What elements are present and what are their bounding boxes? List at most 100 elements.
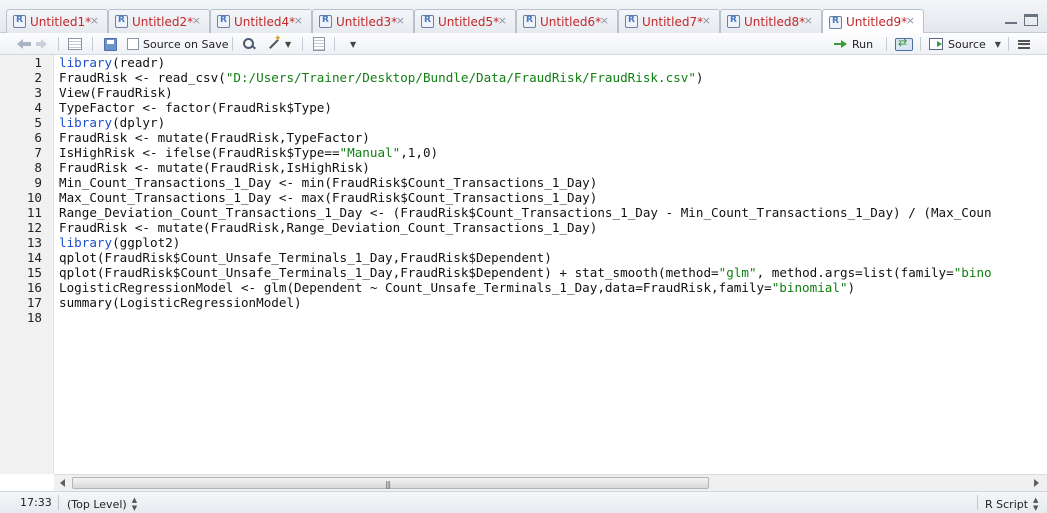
code-line[interactable]: 13 library(ggplot2)	[0, 235, 1047, 250]
r-file-icon	[625, 15, 638, 28]
code-tools-button[interactable]: ▼	[266, 34, 292, 52]
line-number: 18	[26, 310, 42, 325]
code-line[interactable]: 12 FraudRisk <- mutate(FraudRisk,Range_De…	[0, 220, 1047, 235]
close-icon[interactable]: ×	[396, 14, 405, 27]
toolbar-divider	[232, 37, 233, 51]
find-replace-button[interactable]	[242, 36, 256, 52]
code-text: library(dplyr)	[59, 115, 165, 130]
code-token: Range_Deviation_Count_Transactions_1_Day…	[59, 205, 992, 220]
document-outline-button[interactable]	[1018, 36, 1030, 52]
tab-untitled-8[interactable]: Untitled9*×	[822, 9, 924, 34]
code-line[interactable]: 16 LogisticRegressionModel <- glm(Depende…	[0, 280, 1047, 295]
code-line[interactable]: 17 summary(LogisticRegressionModel)	[0, 295, 1047, 310]
tab-untitled-6[interactable]: Untitled7*×	[618, 9, 720, 33]
close-icon[interactable]: ×	[498, 14, 507, 27]
toolbar-divider	[302, 37, 303, 51]
code-line[interactable]: 7 IsHighRisk <- ifelse(FraudRisk$Type=="M…	[0, 145, 1047, 160]
close-icon[interactable]: ×	[906, 14, 915, 27]
code-lines[interactable]: 1 library(readr) 2 FraudRisk <- read_csv("D…	[0, 55, 1047, 325]
grip-icon: |||	[385, 480, 391, 489]
r-file-icon	[217, 15, 230, 28]
line-number: 3	[34, 85, 42, 100]
horizontal-scrollbar[interactable]: |||	[54, 474, 1047, 491]
tab-label: Untitled3*	[336, 14, 398, 29]
code-token: )	[847, 280, 856, 295]
close-icon[interactable]: ×	[804, 14, 813, 27]
rerun-icon	[895, 36, 913, 51]
file-type-label: R Script	[985, 497, 1029, 511]
minimize-pane-icon[interactable]	[1004, 14, 1018, 26]
code-line[interactable]: 9 Min_Count_Transactions_1_Day <- min(Fra…	[0, 175, 1047, 190]
maximize-pane-icon[interactable]	[1024, 14, 1038, 26]
code-line[interactable]: 6 FraudRisk <- mutate(FraudRisk,TypeFacto…	[0, 130, 1047, 145]
close-icon[interactable]: ×	[294, 14, 303, 27]
line-number: 4	[34, 100, 42, 115]
tab-untitled-4[interactable]: Untitled5*×	[414, 9, 516, 33]
close-icon[interactable]: ×	[192, 14, 201, 27]
code-token: LogisticRegressionModel <- glm(Dependent…	[59, 280, 772, 295]
chevron-down-icon: ▼	[285, 39, 292, 49]
forward-button[interactable]	[36, 36, 52, 52]
scope-selector[interactable]: (Top Level) ▲ ▼	[67, 496, 137, 512]
code-text: qplot(FraudRisk$Count_Unsafe_Terminals_1…	[59, 265, 992, 280]
tab-untitled-0[interactable]: Untitled1*×	[6, 9, 108, 33]
save-button[interactable]	[104, 36, 117, 52]
tab-untitled-1[interactable]: Untitled2*×	[108, 9, 210, 33]
line-number: 2	[34, 70, 42, 85]
code-line[interactable]: 18	[0, 310, 1047, 325]
code-text: View(FraudRisk)	[59, 85, 173, 100]
code-line[interactable]: 8 FraudRisk <- mutate(FraudRisk,IsHighRis…	[0, 160, 1047, 175]
tab-label: Untitled1*	[30, 14, 92, 29]
code-editor[interactable]: 1 library(readr) 2 FraudRisk <- read_csv("D…	[0, 55, 1047, 474]
line-number: 8	[34, 160, 42, 175]
code-line[interactable]: 15 qplot(FraudRisk$Count_Unsafe_Terminals…	[0, 265, 1047, 280]
code-keyword: library	[59, 115, 113, 130]
code-line[interactable]: 1 library(readr)	[0, 55, 1047, 70]
code-line[interactable]: 11 Range_Deviation_Count_Transactions_1_D…	[0, 205, 1047, 220]
scrollbar-thumb[interactable]: |||	[72, 477, 709, 489]
magic-wand-icon	[266, 34, 282, 51]
code-line[interactable]: 14 qplot(FraudRisk$Count_Unsafe_Terminals…	[0, 250, 1047, 265]
source-button[interactable]: Source ▼	[929, 36, 1001, 52]
close-icon[interactable]: ×	[702, 14, 711, 27]
code-line[interactable]: 5 library(dplyr)	[0, 115, 1047, 130]
source-on-save-checkbox[interactable]	[127, 38, 139, 50]
new-window-icon	[68, 38, 82, 50]
show-in-window-button[interactable]	[68, 36, 82, 52]
close-icon[interactable]: ×	[600, 14, 609, 27]
code-string: "glm"	[718, 265, 757, 280]
line-number: 16	[26, 280, 42, 295]
back-button[interactable]	[16, 36, 32, 52]
code-line[interactable]: 2 FraudRisk <- read_csv("D:/Users/Trainer…	[0, 70, 1047, 85]
code-line[interactable]: 10 Max_Count_Transactions_1_Day <- max(Fr…	[0, 190, 1047, 205]
code-token: summary(LogisticRegressionModel)	[59, 295, 302, 310]
scroll-right-button[interactable]	[1029, 476, 1044, 490]
code-line[interactable]: 3 View(FraudRisk)	[0, 85, 1047, 100]
code-line[interactable]: 4 TypeFactor <- factor(FraudRisk$Type)	[0, 100, 1047, 115]
scroll-left-button[interactable]	[56, 476, 71, 490]
tab-untitled-5[interactable]: Untitled6*×	[516, 9, 618, 33]
compile-report-button[interactable]	[313, 36, 325, 52]
rerun-button[interactable]	[895, 36, 913, 52]
tab-untitled-2[interactable]: Untitled4*×	[210, 9, 312, 33]
document-icon	[313, 37, 325, 51]
file-type-selector[interactable]: R Script ▲ ▼	[985, 496, 1038, 512]
code-text: FraudRisk <- mutate(FraudRisk,TypeFactor…	[59, 130, 370, 145]
tab-label: Untitled9*	[846, 15, 908, 29]
run-button[interactable]: Run	[834, 36, 873, 52]
tab-untitled-7[interactable]: Untitled8*×	[720, 9, 822, 33]
close-icon[interactable]: ×	[90, 14, 99, 27]
line-number: 10	[26, 190, 42, 205]
more-options-dropdown[interactable]: ▼	[347, 36, 356, 52]
tab-untitled-3[interactable]: Untitled3*×	[312, 9, 414, 33]
toolbar-divider	[58, 37, 59, 51]
chevron-down-icon[interactable]: ▼	[995, 40, 1001, 49]
tab-label: Untitled7*	[642, 14, 704, 29]
arrow-right-icon	[36, 37, 52, 51]
tab-label: Untitled6*	[540, 14, 602, 29]
source-on-save-toggle[interactable]: Source on Save	[127, 36, 228, 52]
scope-label: (Top Level)	[67, 497, 127, 511]
code-text: library(readr)	[59, 55, 165, 70]
tab-label: Untitled2*	[132, 14, 194, 29]
code-token: qplot(FraudRisk$Count_Unsafe_Terminals_1…	[59, 265, 719, 280]
